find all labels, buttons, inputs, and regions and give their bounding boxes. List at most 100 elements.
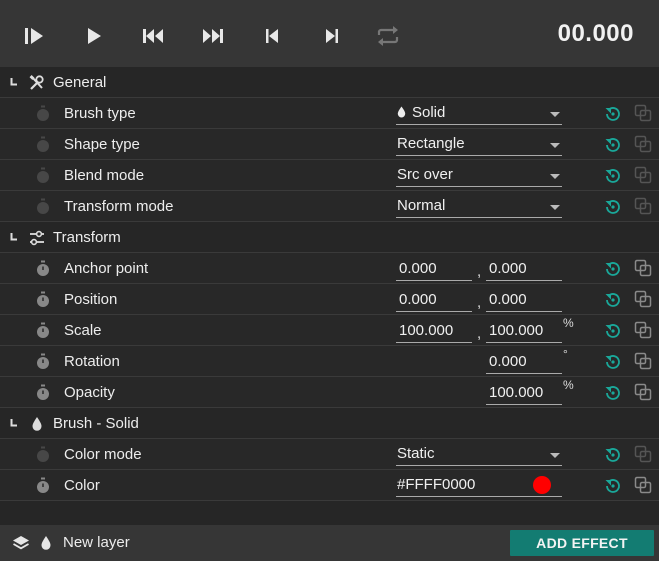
previous-frame-button[interactable]: [258, 22, 286, 50]
link-icon[interactable]: [634, 445, 652, 463]
section-label: Brush - Solid: [53, 415, 139, 432]
link-icon[interactable]: [634, 352, 652, 370]
position-x-input[interactable]: 0.000: [396, 290, 472, 312]
scale-x-input[interactable]: 100.000: [396, 321, 472, 343]
properties-panel: 00.000 General Brush type Solid Shape ty…: [0, 0, 659, 561]
playback-toolbar: 00.000: [0, 0, 659, 68]
section-transform[interactable]: Transform: [0, 222, 659, 253]
reset-icon[interactable]: [604, 353, 622, 371]
play-from-start-icon: [25, 28, 43, 44]
dropdown-value: Solid: [412, 104, 446, 121]
field-value: 0.000: [489, 353, 527, 370]
blend-mode-dropdown[interactable]: Src over: [396, 165, 562, 187]
section-brush[interactable]: Brush - Solid: [0, 408, 659, 439]
stopwatch-icon[interactable]: [35, 477, 51, 494]
loop-button[interactable]: [374, 22, 402, 50]
anchor-y-input[interactable]: 0.000: [486, 259, 562, 281]
collapse-icon[interactable]: [10, 418, 18, 427]
link-icon[interactable]: [634, 166, 652, 184]
stopwatch-icon[interactable]: [35, 260, 51, 277]
field-value: 0.000: [399, 260, 437, 277]
chevron-down-icon: [550, 453, 560, 458]
rotation-input[interactable]: 0.000: [486, 352, 562, 374]
sliders-icon: [30, 230, 44, 246]
link-icon[interactable]: [634, 259, 652, 277]
link-icon[interactable]: [634, 104, 652, 122]
dropdown-value: Rectangle: [397, 135, 465, 152]
reset-icon[interactable]: [604, 136, 622, 154]
reset-icon[interactable]: [604, 384, 622, 402]
skip-back-button[interactable]: [139, 22, 167, 50]
link-icon[interactable]: [634, 135, 652, 153]
separator: ,: [477, 263, 482, 280]
link-icon[interactable]: [634, 197, 652, 215]
field-value: #FFFF0000: [397, 476, 476, 493]
reset-icon[interactable]: [604, 167, 622, 185]
stopwatch-icon[interactable]: [35, 384, 51, 401]
drop-icon: [32, 417, 42, 431]
property-brush-type: Brush type Solid: [0, 98, 659, 129]
opacity-input[interactable]: 100.000: [486, 383, 562, 405]
property-label: Transform mode: [64, 198, 174, 215]
section-label: General: [53, 74, 107, 91]
chevron-down-icon: [550, 143, 560, 148]
position-y-input[interactable]: 0.000: [486, 290, 562, 312]
color-swatch[interactable]: [533, 476, 551, 494]
reset-icon[interactable]: [604, 260, 622, 278]
play-icon: [88, 28, 101, 44]
property-color: Color #FFFF0000: [0, 470, 659, 501]
add-effect-button[interactable]: ADD EFFECT: [510, 530, 654, 556]
field-value: 0.000: [489, 260, 527, 277]
stopwatch-icon: [37, 198, 49, 214]
chevron-down-icon: [550, 174, 560, 179]
reset-icon[interactable]: [604, 105, 622, 123]
unit-label: %: [563, 378, 574, 392]
link-icon[interactable]: [634, 321, 652, 339]
color-mode-dropdown[interactable]: Static: [396, 444, 562, 466]
separator: ,: [477, 294, 482, 311]
property-label: Shape type: [64, 136, 140, 153]
reset-icon[interactable]: [604, 322, 622, 340]
collapse-icon[interactable]: [10, 77, 18, 86]
reset-icon[interactable]: [604, 291, 622, 309]
skip-forward-button[interactable]: [199, 22, 227, 50]
reset-icon[interactable]: [604, 198, 622, 216]
property-label: Opacity: [64, 384, 115, 401]
layers-icon[interactable]: [12, 534, 30, 552]
property-label: Rotation: [64, 353, 120, 370]
play-button[interactable]: [80, 22, 108, 50]
section-general[interactable]: General: [0, 67, 659, 98]
color-input[interactable]: #FFFF0000: [396, 475, 562, 497]
collapse-icon[interactable]: [10, 232, 18, 241]
link-icon[interactable]: [634, 383, 652, 401]
anchor-x-input[interactable]: 0.000: [396, 259, 472, 281]
scale-y-input[interactable]: 100.000: [486, 321, 562, 343]
stopwatch-icon: [37, 446, 49, 462]
property-label: Color mode: [64, 446, 142, 463]
skip-forward-icon: [203, 29, 223, 43]
brush-type-dropdown[interactable]: Solid: [396, 103, 562, 125]
link-icon[interactable]: [634, 290, 652, 308]
property-position: Position 0.000 , 0.000: [0, 284, 659, 315]
field-value: 100.000: [489, 384, 544, 401]
link-icon[interactable]: [634, 476, 652, 494]
property-anchor-point: Anchor point 0.000 , 0.000: [0, 253, 659, 284]
next-frame-button[interactable]: [318, 22, 346, 50]
layer-name[interactable]: New layer: [63, 534, 130, 551]
chevron-down-icon: [550, 205, 560, 210]
skip-back-icon: [143, 29, 163, 43]
play-from-start-button[interactable]: [20, 22, 48, 50]
next-frame-icon: [326, 29, 338, 43]
stopwatch-icon[interactable]: [35, 322, 51, 339]
reset-icon[interactable]: [604, 477, 622, 495]
reset-icon[interactable]: [604, 446, 622, 464]
shape-type-dropdown[interactable]: Rectangle: [396, 134, 562, 156]
stopwatch-icon[interactable]: [35, 291, 51, 308]
stopwatch-icon: [37, 136, 49, 152]
property-label: Position: [64, 291, 118, 308]
unit-label: %: [563, 316, 574, 330]
section-label: Transform: [53, 229, 121, 246]
transform-mode-dropdown[interactable]: Normal: [396, 196, 562, 218]
stopwatch-icon[interactable]: [35, 353, 51, 370]
property-label: Blend mode: [64, 167, 145, 184]
